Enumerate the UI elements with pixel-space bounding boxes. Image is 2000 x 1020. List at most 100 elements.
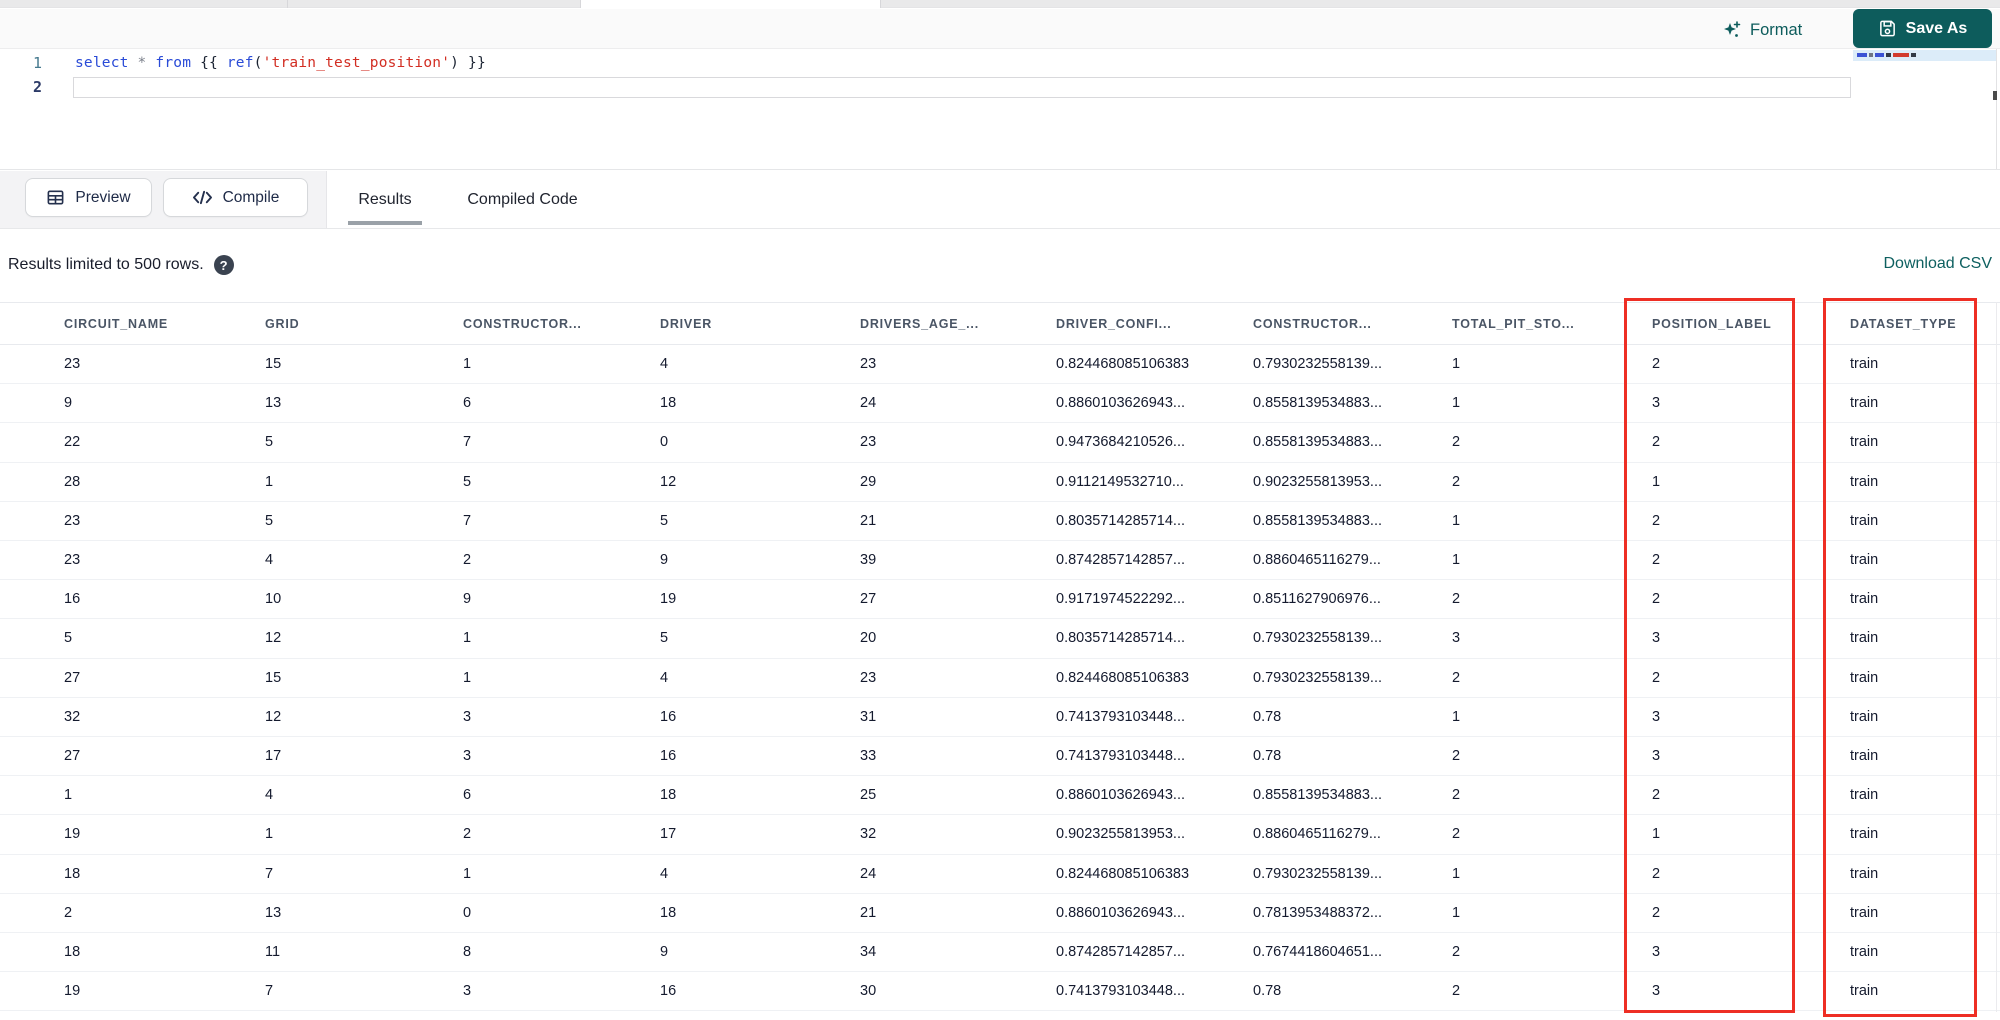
table-cell: 9: [660, 944, 669, 960]
column-header: TOTAL_PIT_STO...: [1452, 317, 1575, 331]
table-cell: train: [1850, 395, 1879, 412]
sql-editor[interactable]: 1 2 select * from {{ ref('train_test_pos…: [0, 49, 2000, 170]
table-cell: 0.7930232558139...: [1253, 630, 1383, 647]
column-header: GRID: [265, 317, 300, 331]
table-cell: 24: [860, 865, 877, 882]
scrollbar-thumb[interactable]: [1993, 91, 1997, 100]
table-cell: 2: [1652, 904, 1661, 921]
table-cell: 18: [64, 865, 81, 882]
table-cell: 28: [64, 473, 81, 490]
table-cell: 18: [660, 904, 677, 921]
table-row[interactable]: 32 12 3 16 31 0.7413793103448... 0.78 1 3 train: [0, 697, 2000, 737]
tab-compiled-code[interactable]: Compiled Code: [450, 171, 595, 228]
table-cell: 0.8558139534883...: [1253, 395, 1383, 412]
table-cell: 33: [860, 748, 877, 764]
table-cell: 1: [1452, 395, 1461, 412]
table-row[interactable]: 28 1 5 12 29 0.9112149532710... 0.902325581395…: [0, 462, 2000, 502]
table-row[interactable]: 23 4 2 9 39 0.8742857142857... 0.8860465116279…: [0, 541, 2000, 581]
table-cell: train: [1850, 787, 1879, 804]
table-row[interactable]: 19 1 2 17 32 0.9023255813953... 0.886046511627…: [0, 815, 2000, 855]
file-tab-strip[interactable]: [0, 0, 2000, 8]
compile-button[interactable]: Compile: [163, 178, 308, 217]
table-cell: 1: [265, 826, 274, 843]
table-row[interactable]: 22 5 7 0 23 0.9473684210526... 0.8558139534883…: [0, 423, 2000, 463]
table-cell: 5: [660, 630, 669, 647]
table-cell: 32: [64, 708, 81, 725]
table-cell: 0.7413793103448...: [1056, 708, 1186, 725]
active-line-box[interactable]: [73, 77, 1851, 98]
save-as-button[interactable]: Save As: [1853, 9, 1992, 48]
table-cell: 2: [1452, 669, 1461, 686]
format-button[interactable]: Format: [1722, 17, 1802, 43]
table-row[interactable]: 27 17 3 16 33 0.7413793103448... 0.78 2 3 train: [0, 737, 2000, 777]
table-cell: train: [1850, 944, 1879, 960]
table-cell: 1: [1452, 552, 1461, 568]
table-cell: 1: [1452, 904, 1461, 921]
table-cell: 2: [463, 826, 472, 843]
table-cell: 0.8860465116279...: [1253, 826, 1381, 843]
column-header: CONSTRUCTOR...: [463, 317, 582, 331]
table-row[interactable]: 1 4 6 18 25 0.8860103626943... 0.8558139534883…: [0, 776, 2000, 816]
table-cell: train: [1850, 748, 1879, 764]
table-row[interactable]: 19 7 3 16 30 0.7413793103448... 0.78 2 3 train: [0, 972, 2000, 1012]
table-row[interactable]: 18 11 8 9 34 0.8742857142857... 0.767441860465…: [0, 933, 2000, 973]
table-cell: 2: [1452, 826, 1461, 843]
table-row[interactable]: 5 12 1 5 20 0.8035714285714... 0.7930232558139…: [0, 619, 2000, 659]
table-row[interactable]: 2 13 0 18 21 0.8860103626943... 0.781395348837…: [0, 893, 2000, 933]
table-cell: 2: [1452, 434, 1461, 451]
table-cell: 23: [64, 512, 81, 529]
code-token: ): [450, 55, 460, 71]
table-cell: 21: [860, 904, 877, 921]
table-cell: 0.7413793103448...: [1056, 983, 1186, 1000]
table-cell: 17: [660, 826, 677, 843]
table-row[interactable]: 27 15 1 4 23 0.824468085106383 0.7930232558139…: [0, 658, 2000, 698]
table-row[interactable]: 18 7 1 4 24 0.824468085106383 0.7930232558139.…: [0, 854, 2000, 894]
code-token: (: [253, 55, 263, 71]
tab-results[interactable]: Results: [348, 171, 422, 228]
help-icon[interactable]: ?: [213, 255, 234, 275]
table-cell: 1: [64, 787, 73, 804]
table-cell: 3: [463, 748, 472, 764]
code-token: from: [155, 55, 192, 71]
table-cell: 24: [860, 395, 877, 412]
table-cell: 7: [265, 983, 274, 1000]
save-as-label: Save As: [1905, 19, 1968, 37]
table-cell: 5: [463, 473, 472, 490]
table-cell: 2: [463, 552, 472, 568]
table-cell: 2: [1652, 669, 1661, 686]
results-table-body: 23 15 1 4 23 0.824468085106383 0.7930232558139…: [0, 345, 2000, 1013]
table-cell: 0.824468085106383: [1056, 865, 1190, 882]
table-cell: 2: [1652, 787, 1661, 804]
tab-label: Compiled Code: [467, 190, 578, 208]
table-row[interactable]: 9 13 6 18 24 0.8860103626943... 0.855813953488…: [0, 384, 2000, 424]
table-cell: 0: [463, 904, 472, 921]
table-cell: 18: [660, 787, 677, 804]
table-cell: 0.9171974522292...: [1056, 591, 1186, 608]
sql-code-line[interactable]: select * from {{ ref('train_test_positio…: [75, 52, 486, 74]
active-file-tab[interactable]: [580, 0, 880, 8]
code-token: }}: [459, 55, 486, 71]
table-cell: 0.8860465116279...: [1253, 552, 1381, 568]
editor-minimap[interactable]: [1853, 49, 1997, 169]
table-cell: train: [1850, 904, 1879, 921]
results-table-header: CIRCUIT_NAME GRID CONSTRUCTOR... DRIVER DRIV…: [0, 302, 2000, 345]
table-cell: 1: [1452, 708, 1461, 725]
table-row[interactable]: 23 15 1 4 23 0.824468085106383 0.7930232558139…: [0, 345, 2000, 385]
table-cell: 2: [1652, 591, 1661, 608]
table-cell: 7: [463, 434, 472, 451]
table-cell: 0.9473684210526...: [1056, 434, 1186, 451]
preview-button[interactable]: Preview: [25, 178, 152, 217]
table-cell: 4: [265, 787, 274, 804]
table-cell: 0.8511627906976...: [1253, 591, 1381, 608]
table-cell: 7: [265, 865, 274, 882]
table-row[interactable]: 16 10 9 19 27 0.9171974522292... 0.85116279069…: [0, 580, 2000, 620]
download-csv-link[interactable]: Download CSV: [1877, 255, 1993, 273]
table-cell: 30: [860, 983, 877, 1000]
table-row[interactable]: 23 5 7 5 21 0.8035714285714... 0.8558139534883…: [0, 501, 2000, 541]
table-cell: 0.7813953488372...: [1253, 904, 1383, 921]
table-cell: 3: [1652, 748, 1661, 764]
column-header: CIRCUIT_NAME: [64, 317, 169, 331]
table-cell: 0.9023255813953...: [1253, 473, 1383, 490]
column-header: DRIVER: [660, 317, 713, 331]
tab-label: Results: [358, 190, 412, 208]
